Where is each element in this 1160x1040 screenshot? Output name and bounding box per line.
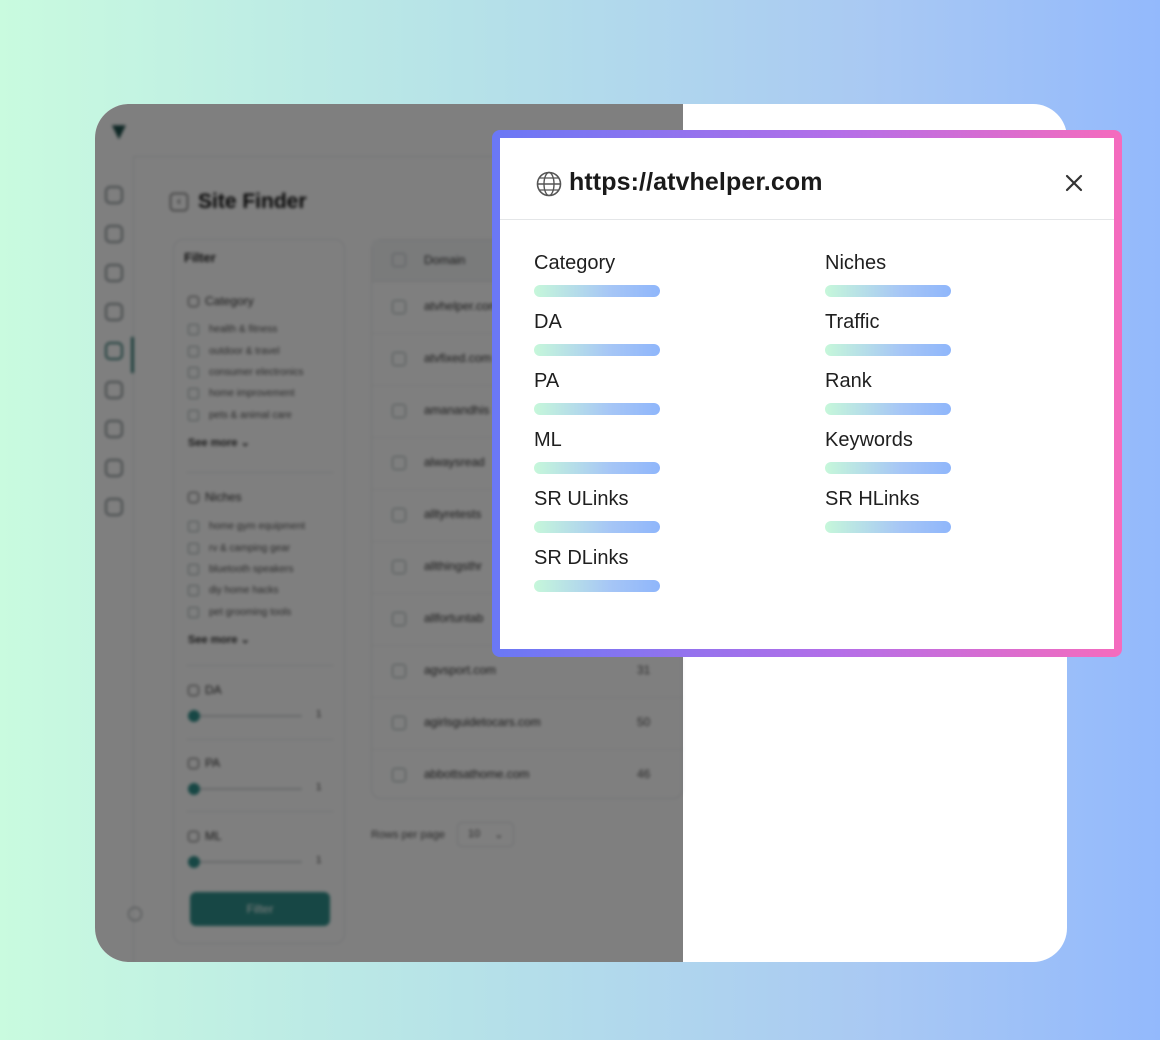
- loading-placeholder: [534, 462, 660, 474]
- loading-placeholder: [825, 521, 951, 533]
- field-traffic: Traffic: [825, 311, 951, 356]
- field-label: DA: [534, 311, 562, 333]
- field-sr-ulinks: SR ULinks: [534, 488, 660, 533]
- modal-body: https://atvhelper.com Category DA PA ML …: [500, 138, 1114, 649]
- field-sr-dlinks: SR DLinks: [534, 547, 660, 592]
- field-pa: PA: [534, 370, 660, 415]
- loading-placeholder: [534, 403, 660, 415]
- field-ml: ML: [534, 429, 660, 474]
- field-label: Traffic: [825, 311, 880, 333]
- site-detail-modal: https://atvhelper.com Category DA PA ML …: [492, 130, 1122, 657]
- loading-placeholder: [534, 521, 660, 533]
- field-label: SR ULinks: [534, 488, 629, 510]
- loading-placeholder: [534, 285, 660, 297]
- field-keywords: Keywords: [825, 429, 951, 474]
- field-label: SR DLinks: [534, 547, 629, 569]
- field-niches: Niches: [825, 252, 951, 297]
- modal-header: https://atvhelper.com: [500, 138, 1114, 220]
- field-sr-hlinks: SR HLinks: [825, 488, 951, 533]
- field-category: Category: [534, 252, 660, 297]
- field-label: Rank: [825, 370, 872, 392]
- loading-placeholder: [534, 580, 660, 592]
- field-rank: Rank: [825, 370, 951, 415]
- field-label: PA: [534, 370, 560, 392]
- close-icon[interactable]: [1063, 172, 1085, 194]
- loading-placeholder: [825, 403, 951, 415]
- field-label: ML: [534, 429, 562, 451]
- loading-placeholder: [825, 344, 951, 356]
- modal-url: https://atvhelper.com: [569, 168, 823, 196]
- field-label: Niches: [825, 252, 887, 274]
- field-label: Keywords: [825, 429, 913, 451]
- field-da: DA: [534, 311, 660, 356]
- field-label: SR HLinks: [825, 488, 920, 510]
- globe-icon: [536, 171, 562, 197]
- loading-placeholder: [825, 462, 951, 474]
- field-label: Category: [534, 252, 616, 274]
- loading-placeholder: [825, 285, 951, 297]
- loading-placeholder: [534, 344, 660, 356]
